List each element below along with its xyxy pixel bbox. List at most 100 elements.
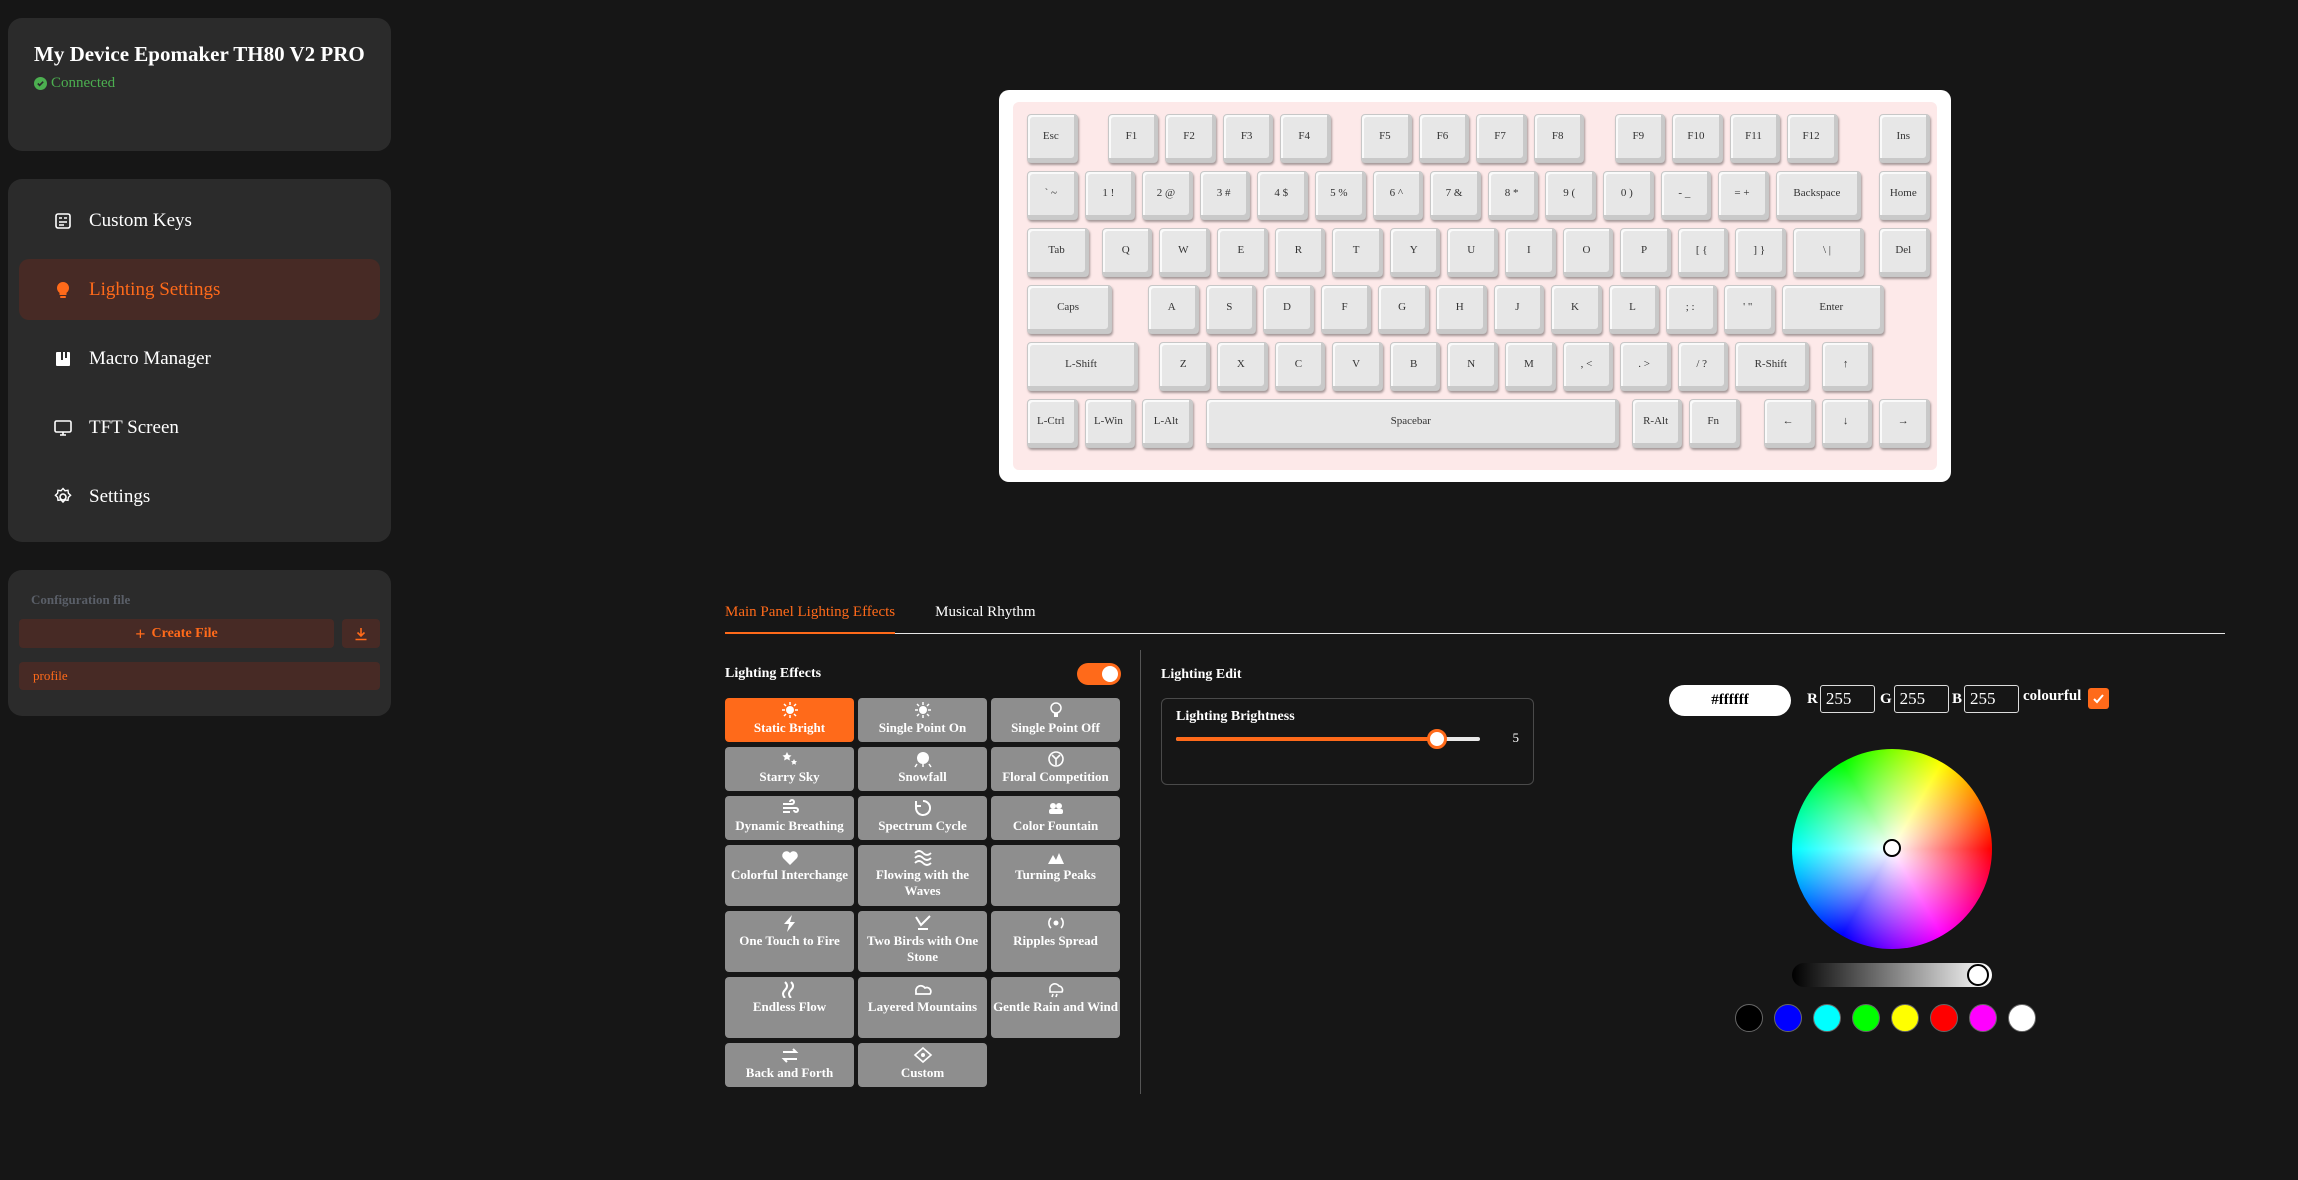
key-[interactable]: , < — [1562, 342, 1614, 391]
key-4[interactable]: 4 $ — [1257, 171, 1308, 220]
key-u[interactable]: U — [1447, 228, 1499, 277]
key-esc[interactable]: Esc — [1027, 114, 1078, 163]
key-m[interactable]: M — [1505, 342, 1556, 391]
effect-colorful-interchange[interactable]: Colorful Interchange — [725, 845, 854, 906]
key-h[interactable]: H — [1435, 285, 1487, 334]
effect-spectrum-cycle[interactable]: Spectrum Cycle — [858, 796, 987, 840]
key-t[interactable]: T — [1332, 228, 1383, 277]
key-7[interactable]: 7 & — [1430, 171, 1481, 220]
key-z[interactable]: Z — [1159, 342, 1211, 391]
key-[interactable]: ← — [1764, 399, 1815, 448]
sidebar-item-tft-screen[interactable]: TFT Screen — [19, 397, 380, 458]
key-[interactable]: ` ~ — [1027, 171, 1078, 220]
sidebar-item-lighting-settings[interactable]: Lighting Settings — [19, 259, 380, 320]
key-l-win[interactable]: L-Win — [1084, 399, 1136, 448]
key-f4[interactable]: F4 — [1280, 114, 1332, 163]
effect-floral-competition[interactable]: Floral Competition — [991, 747, 1120, 791]
key-r-alt[interactable]: R-Alt — [1631, 399, 1683, 448]
key-r[interactable]: R — [1274, 228, 1326, 277]
key-v[interactable]: V — [1332, 342, 1383, 391]
key-del[interactable]: Del — [1879, 228, 1931, 277]
effect-turning-peaks[interactable]: Turning Peaks — [991, 845, 1120, 906]
key-[interactable]: ↓ — [1821, 399, 1873, 448]
key-[interactable]: → — [1879, 399, 1931, 448]
effect-starry-sky[interactable]: Starry Sky — [725, 747, 854, 791]
key-f12[interactable]: F12 — [1787, 114, 1838, 163]
hex-input[interactable]: #ffffff — [1669, 685, 1791, 716]
effect-gentle-rain-and-wind[interactable]: Gentle Rain and Wind — [991, 977, 1120, 1038]
key-spacebar[interactable]: Spacebar — [1205, 399, 1620, 448]
key-home[interactable]: Home — [1879, 171, 1931, 220]
key-j[interactable]: J — [1493, 285, 1545, 334]
key-[interactable]: / ? — [1677, 342, 1729, 391]
key-f7[interactable]: F7 — [1476, 114, 1527, 163]
key-i[interactable]: I — [1505, 228, 1556, 277]
import-button[interactable] — [342, 619, 380, 648]
effect-single-point-on[interactable]: Single Point On — [858, 698, 987, 742]
brightness-slider-thumb[interactable] — [1427, 729, 1448, 749]
key-0[interactable]: 0 ) — [1603, 171, 1654, 220]
g-input[interactable]: 255 — [1893, 685, 1949, 713]
color-swatch[interactable] — [1969, 1004, 1997, 1032]
key-6[interactable]: 6 ^ — [1372, 171, 1424, 220]
key-f2[interactable]: F2 — [1165, 114, 1216, 163]
sidebar-item-custom-keys[interactable]: Custom Keys — [19, 190, 380, 251]
effect-ripples-spread[interactable]: Ripples Spread — [991, 911, 1120, 972]
key-5[interactable]: 5 % — [1315, 171, 1366, 220]
color-swatch[interactable] — [2008, 1004, 2036, 1032]
key-n[interactable]: N — [1447, 342, 1499, 391]
key-1[interactable]: 1 ! — [1084, 171, 1136, 220]
key-8[interactable]: 8 * — [1487, 171, 1539, 220]
key-2[interactable]: 2 @ — [1142, 171, 1193, 220]
key-l-shift[interactable]: L-Shift — [1027, 342, 1139, 391]
key-ins[interactable]: Ins — [1879, 114, 1931, 163]
color-swatch[interactable] — [1813, 1004, 1841, 1032]
effect-color-fountain[interactable]: Color Fountain — [991, 796, 1120, 840]
key-caps[interactable]: Caps — [1027, 285, 1113, 334]
key-a[interactable]: A — [1147, 285, 1199, 334]
key-s[interactable]: S — [1205, 285, 1257, 334]
key-w[interactable]: W — [1159, 228, 1211, 277]
key-f10[interactable]: F10 — [1672, 114, 1723, 163]
key-[interactable]: [ { — [1677, 228, 1729, 277]
key-y[interactable]: Y — [1389, 228, 1441, 277]
b-input[interactable]: 255 — [1964, 685, 2020, 713]
key-f11[interactable]: F11 — [1729, 114, 1781, 163]
key-l-ctrl[interactable]: L-Ctrl — [1027, 399, 1078, 448]
key-f8[interactable]: F8 — [1533, 114, 1585, 163]
key-b[interactable]: B — [1389, 342, 1441, 391]
key-fn[interactable]: Fn — [1689, 399, 1740, 448]
effect-dynamic-breathing[interactable]: Dynamic Breathing — [725, 796, 854, 840]
color-swatch[interactable] — [1930, 1004, 1958, 1032]
color-wheel-thumb[interactable] — [1883, 839, 1901, 857]
profile-item[interactable]: profile — [19, 662, 380, 690]
key-l[interactable]: L — [1608, 285, 1660, 334]
key-f9[interactable]: F9 — [1614, 114, 1666, 163]
key-9[interactable]: 9 ( — [1545, 171, 1596, 220]
key-backspace[interactable]: Backspace — [1775, 171, 1861, 220]
key-k[interactable]: K — [1551, 285, 1602, 334]
key-enter[interactable]: Enter — [1781, 285, 1884, 334]
effect-single-point-off[interactable]: Single Point Off — [991, 698, 1120, 742]
key-[interactable]: ] } — [1735, 228, 1787, 277]
color-swatch[interactable] — [1891, 1004, 1919, 1032]
key-[interactable]: . > — [1620, 342, 1671, 391]
effect-two-birds-with-one-stone[interactable]: Two Birds with One Stone — [858, 911, 987, 972]
effect-snowfall[interactable]: Snowfall — [858, 747, 987, 791]
value-slider-thumb[interactable] — [1967, 964, 1989, 986]
effect-custom[interactable]: Custom — [858, 1043, 987, 1087]
key-[interactable]: - _ — [1660, 171, 1712, 220]
key-x[interactable]: X — [1217, 342, 1268, 391]
key-f1[interactable]: F1 — [1107, 114, 1159, 163]
key-[interactable]: ; : — [1666, 285, 1717, 334]
key-f3[interactable]: F3 — [1222, 114, 1274, 163]
effect-static-bright[interactable]: Static Bright — [725, 698, 854, 742]
key-g[interactable]: G — [1378, 285, 1429, 334]
key-[interactable]: = + — [1718, 171, 1769, 220]
key-l-alt[interactable]: L-Alt — [1142, 399, 1193, 448]
key-d[interactable]: D — [1263, 285, 1314, 334]
colourful-checkbox[interactable] — [2088, 688, 2109, 709]
key-r-shift[interactable]: R-Shift — [1735, 342, 1810, 391]
key-tab[interactable]: Tab — [1027, 228, 1090, 277]
color-swatch[interactable] — [1774, 1004, 1802, 1032]
